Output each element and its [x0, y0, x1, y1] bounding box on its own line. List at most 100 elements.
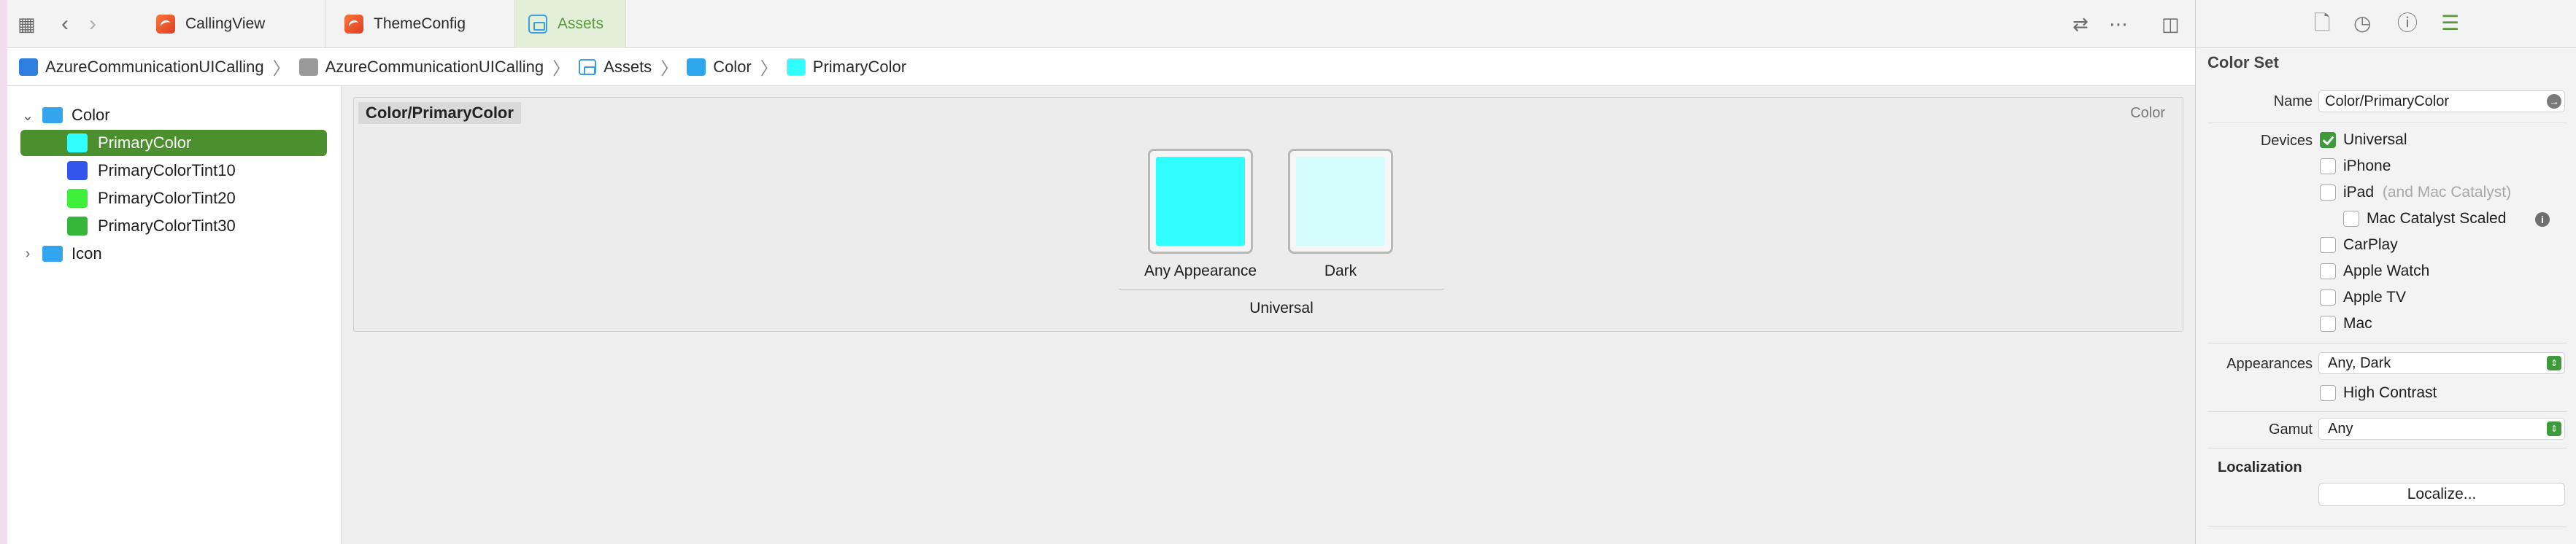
color-set-box: Color/PrimaryColor Color Any Appearance …: [353, 97, 2183, 332]
breadcrumb-label: AzureCommunicationUICalling: [325, 57, 544, 76]
list-item-primarycolortint20[interactable]: PrimaryColorTint20: [20, 185, 236, 211]
project-icon: [19, 58, 38, 76]
checkbox-label: Apple Watch: [2343, 263, 2430, 279]
swift-file-icon: [156, 15, 175, 34]
breadcrumb-project[interactable]: AzureCommunicationUICalling: [19, 58, 264, 77]
color-swatch-icon: [67, 217, 88, 236]
checkbox-apple-tv[interactable]: [2320, 290, 2336, 306]
file-icon[interactable]: 🗋: [2314, 13, 2331, 34]
chevron-right-icon: 〉: [272, 59, 290, 79]
chevron-updown-icon: ⇕: [2547, 421, 2561, 436]
checkbox-mac-catalyst-scaled[interactable]: [2343, 211, 2359, 227]
folder-row-icon[interactable]: › Icon: [20, 241, 102, 267]
checkbox-apple-watch[interactable]: [2320, 263, 2336, 279]
ipad-label: iPad: [2343, 184, 2375, 201]
group-label: Universal: [1249, 300, 1314, 316]
asset-catalog-icon: [528, 15, 547, 34]
chevron-right-icon: 〉: [760, 59, 778, 79]
toggle-inspector-icon[interactable]: ◫: [2162, 15, 2180, 34]
checkbox-carplay[interactable]: [2320, 237, 2336, 253]
asset-catalog-icon: [579, 58, 597, 75]
tab-label: CallingView: [185, 15, 266, 32]
breadcrumb-label: AzureCommunicationUICalling: [45, 57, 264, 76]
color-well-any-appearance[interactable]: [1148, 149, 1253, 254]
disclosure-closed-icon[interactable]: ›: [20, 246, 35, 263]
gamut-popup[interactable]: Any ⇕: [2318, 418, 2565, 440]
breadcrumb-label: Assets: [603, 57, 652, 76]
chevron-right-icon: 〉: [552, 59, 571, 79]
breadcrumb-label: PrimaryColor: [812, 57, 907, 76]
tab-callingview[interactable]: CallingView: [139, 0, 325, 48]
color-well-dark[interactable]: [1288, 149, 1393, 254]
name-value: Color/PrimaryColor: [2325, 93, 2450, 109]
checkbox-label: Mac Catalyst Scaled: [2367, 210, 2507, 227]
localize-button[interactable]: Localize...: [2318, 483, 2565, 506]
folder-icon: [298, 58, 318, 76]
appearances-label: Appearances: [2226, 356, 2313, 372]
attributes-inspector: 🗋 ◷ ⓘ ☰ Color Set Name Color/PrimaryColo…: [2195, 0, 2576, 544]
chevron-updown-icon: ⇕: [2547, 356, 2561, 370]
attributes-icon[interactable]: ☰: [2441, 13, 2459, 34]
tab-label: Assets: [558, 15, 604, 32]
help-icon[interactable]: ⓘ: [2397, 13, 2418, 34]
asset-canvas: Color/PrimaryColor Color Any Appearance …: [342, 86, 2195, 544]
swap-arrows-icon[interactable]: ⇄: [2072, 15, 2089, 34]
divider: [2207, 411, 2567, 412]
checkbox-high-contrast[interactable]: [2320, 385, 2336, 401]
gamut-value: Any: [2328, 420, 2353, 437]
checkbox-label: iPad (and Mac Catalyst): [2343, 184, 2511, 201]
chevron-right-icon: 〉: [660, 59, 679, 79]
swift-file-icon: [344, 15, 363, 34]
breadcrumb-label: Color: [713, 57, 752, 76]
tab-assets[interactable]: Assets: [515, 0, 626, 48]
item-label: PrimaryColor: [98, 133, 192, 152]
go-arrow-icon[interactable]: →: [2547, 94, 2561, 109]
item-label: PrimaryColorTint30: [98, 217, 236, 235]
item-label: PrimaryColorTint10: [98, 161, 236, 179]
breadcrumb-color[interactable]: Color: [687, 58, 752, 77]
info-icon[interactable]: i: [2535, 212, 2550, 227]
checkbox-label: iPhone: [2343, 158, 2391, 174]
color-set-type: Color: [2130, 105, 2165, 121]
tab-label: ThemeConfig: [374, 15, 466, 32]
more-options-icon[interactable]: ⋯: [2109, 15, 2128, 34]
list-item-primarycolortint30[interactable]: PrimaryColorTint30: [20, 213, 236, 239]
checkbox-universal[interactable]: [2320, 132, 2336, 148]
breadcrumb-primarycolor[interactable]: PrimaryColor: [786, 57, 907, 77]
grid-icon[interactable]: ▦: [18, 15, 36, 34]
list-item-primarycolortint10[interactable]: PrimaryColorTint10: [20, 158, 236, 184]
checkbox-label: Apple TV: [2343, 289, 2406, 306]
editor-tab-bar: ▦ ‹ › CallingView ThemeConfig Assets ⇄ ⋯…: [7, 0, 2195, 48]
name-field[interactable]: Color/PrimaryColor →: [2318, 90, 2565, 112]
folder-label: Icon: [72, 244, 102, 263]
color-fill: [1296, 157, 1385, 246]
asset-navigator: ⌄ Color PrimaryColor PrimaryColorTint10 …: [7, 86, 342, 544]
well-label: Dark: [1324, 263, 1357, 279]
list-item-primarycolor[interactable]: PrimaryColor: [20, 130, 327, 156]
back-chevron-icon[interactable]: ‹: [61, 13, 69, 35]
window-edge: [0, 0, 7, 544]
name-label: Name: [2273, 93, 2313, 109]
checkbox-iphone[interactable]: [2320, 158, 2336, 174]
folder-row-color[interactable]: ⌄ Color: [20, 102, 110, 128]
checkbox-label: High Contrast: [2343, 384, 2437, 401]
checkbox-mac[interactable]: [2320, 316, 2336, 332]
breadcrumb-assets[interactable]: Assets: [579, 58, 652, 77]
tab-themeconfig[interactable]: ThemeConfig: [325, 0, 515, 48]
localization-title: Localization: [2218, 459, 2302, 475]
color-set-title: Color/PrimaryColor: [358, 102, 521, 124]
disclosure-open-icon[interactable]: ⌄: [20, 106, 35, 125]
section-title: Color Set: [2207, 53, 2279, 71]
breadcrumb: AzureCommunicationUICalling 〉 AzureCommu…: [7, 48, 2195, 86]
checkbox-label: CarPlay: [2343, 236, 2398, 253]
appearances-popup[interactable]: Any, Dark ⇕: [2318, 352, 2565, 374]
history-icon[interactable]: ◷: [2353, 13, 2371, 34]
color-fill: [1156, 157, 1245, 246]
checkbox-ipad[interactable]: [2320, 184, 2336, 201]
folder-label: Color: [72, 106, 110, 124]
checkbox-label: Mac: [2343, 315, 2372, 332]
forward-chevron-icon[interactable]: ›: [89, 13, 96, 35]
well-label: Any Appearance: [1144, 263, 1257, 279]
breadcrumb-group[interactable]: AzureCommunicationUICalling: [298, 57, 544, 77]
folder-icon: [42, 246, 63, 262]
